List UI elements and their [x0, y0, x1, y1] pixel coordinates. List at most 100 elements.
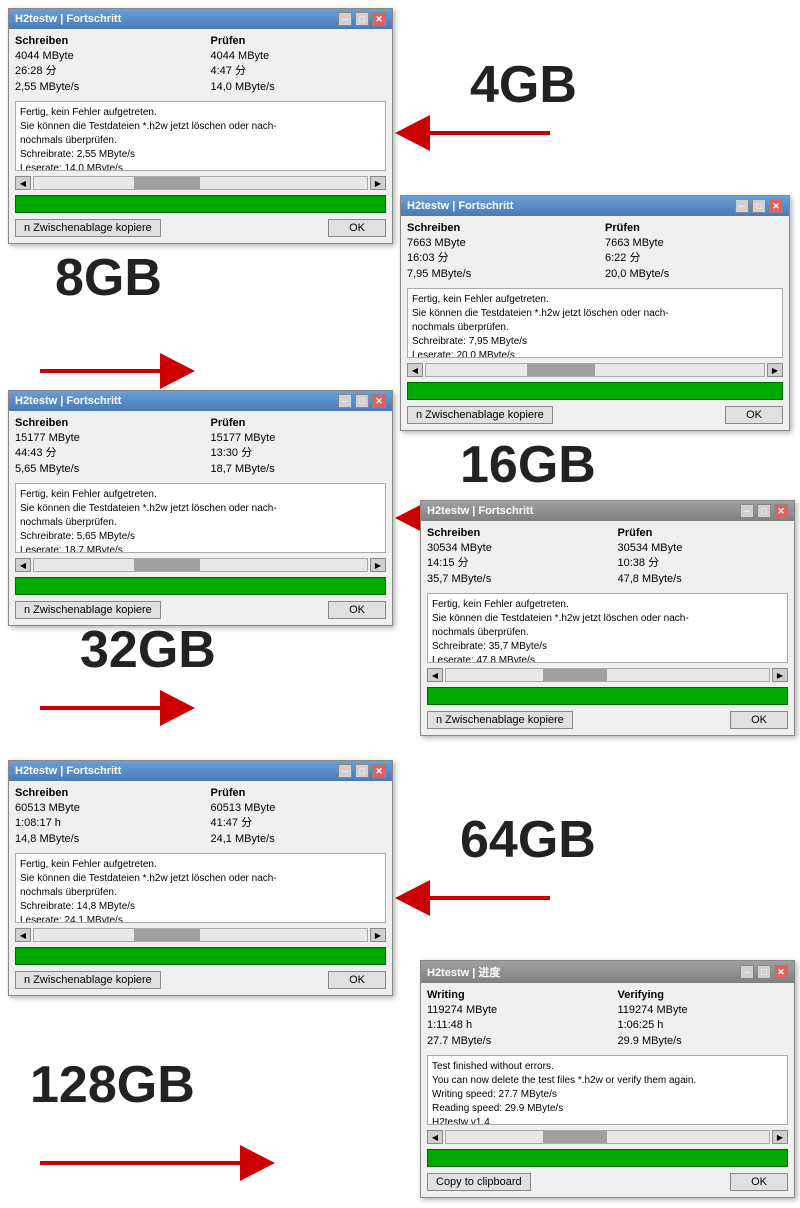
size-label-lbl32gb: 32GB — [80, 620, 216, 680]
write-speed: 7,95 MByte/s — [407, 267, 585, 282]
scroll-left[interactable]: ◀ — [15, 558, 31, 572]
arrow-64gb — [395, 880, 550, 916]
close-button[interactable]: ✕ — [769, 199, 783, 213]
minimize-button[interactable]: ─ — [338, 12, 352, 26]
scrollbar[interactable]: ◀ ▶ — [15, 928, 386, 942]
verify-time: 10:38 分 — [618, 556, 789, 571]
scroll-right[interactable]: ▶ — [772, 1130, 788, 1144]
close-button[interactable]: ✕ — [372, 12, 386, 26]
write-time: 14:15 分 — [427, 556, 598, 571]
scroll-track[interactable] — [445, 1130, 770, 1144]
window-win128gb: H2testw | 进度 ─ □ ✕ Writing 119274 MByte … — [420, 960, 795, 1198]
verify-label: Prüfen — [605, 222, 783, 234]
progress-bar — [15, 947, 386, 965]
scroll-right[interactable]: ▶ — [772, 668, 788, 682]
maximize-button[interactable]: □ — [355, 12, 369, 26]
scrollbar[interactable]: ◀ ▶ — [407, 363, 783, 377]
verify-size: 4044 MByte — [211, 49, 387, 64]
maximize-button[interactable]: □ — [752, 199, 766, 213]
scroll-left[interactable]: ◀ — [427, 668, 443, 682]
scroll-thumb — [527, 364, 595, 376]
scroll-track[interactable] — [445, 668, 770, 682]
scroll-left[interactable]: ◀ — [427, 1130, 443, 1144]
scroll-right[interactable]: ▶ — [370, 558, 386, 572]
close-button[interactable]: ✕ — [372, 764, 386, 778]
write-size: 15177 MByte — [15, 431, 191, 446]
progress-bar — [427, 687, 788, 705]
write-time: 1:11:48 h — [427, 1018, 598, 1033]
clipboard-button[interactable]: Copy to clipboard — [427, 1173, 531, 1191]
clipboard-button[interactable]: n Zwischenablage kopiere — [15, 601, 161, 619]
minimize-button[interactable]: ─ — [338, 394, 352, 408]
log-output: Fertig, kein Fehler aufgetreten.Sie könn… — [15, 483, 386, 553]
maximize-button[interactable]: □ — [355, 764, 369, 778]
scrollbar[interactable]: ◀ ▶ — [15, 176, 386, 190]
maximize-button[interactable]: □ — [757, 504, 771, 518]
close-button[interactable]: ✕ — [372, 394, 386, 408]
verify-time: 1:06:25 h — [618, 1018, 789, 1033]
clipboard-button[interactable]: n Zwischenablage kopiere — [15, 219, 161, 237]
scroll-left[interactable]: ◀ — [15, 928, 31, 942]
clipboard-button[interactable]: n Zwischenablage kopiere — [427, 711, 573, 729]
size-label-lbl8gb: 8GB — [55, 248, 162, 308]
write-label: Schreiben — [15, 417, 191, 429]
verify-time: 41:47 分 — [211, 816, 387, 831]
scroll-track[interactable] — [33, 558, 368, 572]
close-button[interactable]: ✕ — [774, 504, 788, 518]
verify-label: Prüfen — [211, 787, 387, 799]
scroll-right[interactable]: ▶ — [767, 363, 783, 377]
write-time: 16:03 分 — [407, 251, 585, 266]
ok-button[interactable]: OK — [328, 601, 386, 619]
clipboard-button[interactable]: n Zwischenablage kopiere — [15, 971, 161, 989]
scroll-left[interactable]: ◀ — [15, 176, 31, 190]
verify-size: 15177 MByte — [211, 431, 387, 446]
ok-button[interactable]: OK — [730, 1173, 788, 1191]
size-label-lbl128gb: 128GB — [30, 1055, 195, 1115]
verify-size: 30534 MByte — [618, 541, 789, 556]
scroll-left[interactable]: ◀ — [407, 363, 423, 377]
verify-label: Prüfen — [211, 417, 387, 429]
scroll-right[interactable]: ▶ — [370, 176, 386, 190]
scroll-thumb — [543, 669, 608, 681]
size-label-lbl4gb: 4GB — [470, 55, 577, 115]
minimize-button[interactable]: ─ — [740, 965, 754, 979]
progress-bar — [15, 195, 386, 213]
scrollbar[interactable]: ◀ ▶ — [427, 1130, 788, 1144]
maximize-button[interactable]: □ — [355, 394, 369, 408]
scroll-track[interactable] — [33, 176, 368, 190]
scrollbar[interactable]: ◀ ▶ — [15, 558, 386, 572]
write-size: 4044 MByte — [15, 49, 191, 64]
close-button[interactable]: ✕ — [774, 965, 788, 979]
ok-button[interactable]: OK — [725, 406, 783, 424]
ok-button[interactable]: OK — [328, 971, 386, 989]
ok-button[interactable]: OK — [730, 711, 788, 729]
window-title-text: H2testw | Fortschritt — [407, 200, 513, 212]
ok-button[interactable]: OK — [328, 219, 386, 237]
clipboard-button[interactable]: n Zwischenablage kopiere — [407, 406, 553, 424]
window-win4gb: H2testw | Fortschritt ─ □ ✕ Schreiben 40… — [8, 8, 393, 244]
minimize-button[interactable]: ─ — [735, 199, 749, 213]
log-output: Test finished without errors.You can now… — [427, 1055, 788, 1125]
log-output: Fertig, kein Fehler aufgetreten.Sie könn… — [407, 288, 783, 358]
maximize-button[interactable]: □ — [757, 965, 771, 979]
scrollbar[interactable]: ◀ ▶ — [427, 668, 788, 682]
verify-speed: 18,7 MByte/s — [211, 462, 387, 477]
scroll-thumb — [134, 559, 201, 571]
minimize-button[interactable]: ─ — [338, 764, 352, 778]
scroll-track[interactable] — [33, 928, 368, 942]
progress-bar — [427, 1149, 788, 1167]
scroll-track[interactable] — [425, 363, 765, 377]
minimize-button[interactable]: ─ — [740, 504, 754, 518]
verify-speed: 20,0 MByte/s — [605, 267, 783, 282]
size-label-lbl64gb: 64GB — [460, 810, 596, 870]
window-footer: n Zwischenablage kopiere OK — [15, 971, 386, 989]
window-title: H2testw | Fortschritt ─ □ ✕ — [9, 391, 392, 411]
scroll-right[interactable]: ▶ — [370, 928, 386, 942]
verify-size: 7663 MByte — [605, 236, 783, 251]
write-speed: 14,8 MByte/s — [15, 832, 191, 847]
arrow-4gb — [395, 115, 550, 151]
size-label-lbl16gb: 16GB — [460, 435, 596, 495]
window-footer: n Zwischenablage kopiere OK — [15, 219, 386, 237]
verify-speed: 14,0 MByte/s — [211, 80, 387, 95]
window-title: H2testw | Fortschritt ─ □ ✕ — [421, 501, 794, 521]
